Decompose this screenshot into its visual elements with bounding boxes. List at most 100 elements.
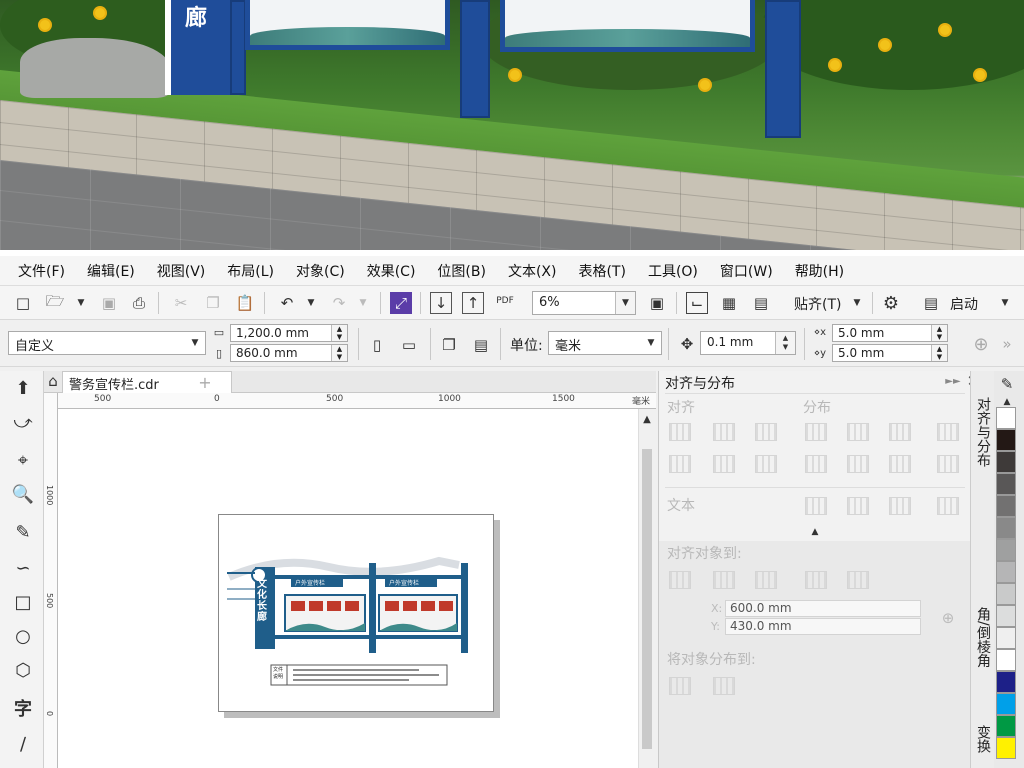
expand-docker-icon[interactable]: ►►	[945, 373, 961, 389]
copy-icon[interactable]: ❐	[202, 292, 224, 314]
chevron-down-icon[interactable]: ▼	[352, 292, 374, 314]
menu-tools[interactable]: 工具(O)	[648, 261, 698, 281]
new-document-icon[interactable]: □	[12, 292, 34, 314]
gear-icon[interactable]: ⚙	[880, 292, 902, 314]
duplicate-distance-y-input[interactable]: 5.0 mm ▲ ▼	[832, 344, 948, 362]
color-swatch[interactable]	[996, 649, 1016, 671]
launch-button[interactable]: 启动	[950, 294, 978, 314]
menu-edit[interactable]: 编辑(E)	[87, 261, 135, 281]
paste-icon[interactable]: 📋	[234, 292, 256, 314]
add-tab-icon[interactable]: +	[194, 371, 216, 393]
scroll-thumb[interactable]	[642, 449, 652, 749]
align-middle-icon[interactable]	[713, 455, 735, 473]
align-to-page-center-icon[interactable]	[755, 571, 777, 589]
menu-view[interactable]: 视图(V)	[157, 261, 206, 281]
menu-bitmaps[interactable]: 位图(B)	[437, 261, 486, 281]
show-guidelines-icon[interactable]: ▤	[750, 292, 772, 314]
full-screen-icon[interactable]: ▣	[646, 292, 668, 314]
menu-effects[interactable]: 效果(C)	[367, 261, 416, 281]
units-select[interactable]: 毫米 ▼	[548, 331, 662, 355]
page-size-select[interactable]: 自定义 ▼	[8, 331, 206, 355]
distribute-top-icon[interactable]	[805, 455, 827, 473]
document-page[interactable]: 文化长廊 户外宣传栏 户外宣传栏 文件说明	[218, 514, 494, 712]
crop-tool-icon[interactable]: ⌖	[12, 449, 34, 471]
align-to-page-edge-icon[interactable]	[713, 571, 735, 589]
chevron-down-icon[interactable]: ▼	[300, 292, 322, 314]
text-tool-icon[interactable]: 字	[12, 697, 34, 720]
pen-tool-icon[interactable]: ✎	[12, 521, 34, 543]
menu-layout[interactable]: 布局(L)	[227, 261, 274, 281]
align-to-point-icon[interactable]	[847, 571, 869, 589]
duplicate-distance-x-input[interactable]: 5.0 mm ▲ ▼	[832, 324, 948, 342]
line-tool-icon[interactable]: ∕	[12, 733, 34, 755]
chevron-down-icon[interactable]: ▼	[70, 292, 92, 314]
search-content-icon[interactable]: ⤢	[390, 292, 412, 314]
page-height-input[interactable]: 860.0 mm ▲ ▼	[230, 344, 348, 362]
distribute-spacing-icon[interactable]	[937, 423, 959, 441]
eyedropper-icon[interactable]: ✎	[998, 375, 1016, 393]
align-top-icon[interactable]	[669, 455, 691, 473]
align-x-input[interactable]: 600.0 mm	[725, 600, 921, 617]
save-icon[interactable]: ▣	[98, 292, 120, 314]
distribute-middle-icon[interactable]	[847, 455, 869, 473]
align-center-icon[interactable]	[713, 423, 735, 441]
current-page-icon[interactable]: ▤	[470, 334, 492, 356]
more-chevron-icon[interactable]: »	[996, 333, 1018, 355]
shape-tool-icon[interactable]: ⤻	[12, 411, 34, 433]
color-swatch[interactable]	[996, 429, 1016, 451]
align-right-icon[interactable]	[755, 423, 777, 441]
color-swatch[interactable]	[996, 539, 1016, 561]
distribute-to-selection-icon[interactable]	[669, 677, 691, 695]
color-swatch[interactable]	[996, 671, 1016, 693]
color-swatch[interactable]	[996, 495, 1016, 517]
portrait-icon[interactable]: ▯	[366, 334, 388, 356]
collapse-section-icon[interactable]: ▲	[807, 525, 823, 539]
menu-text[interactable]: 文本(X)	[508, 261, 557, 281]
tab-align-distribute[interactable]: 对齐与分布	[973, 397, 993, 467]
color-swatch[interactable]	[996, 561, 1016, 583]
color-swatch[interactable]	[996, 605, 1016, 627]
open-folder-icon[interactable]: 🗁	[44, 292, 66, 314]
all-pages-icon[interactable]: ❐	[438, 334, 460, 356]
vertical-scrollbar[interactable]: ▲	[638, 409, 656, 768]
color-swatch[interactable]	[996, 451, 1016, 473]
freehand-tool-icon[interactable]: ∽	[12, 557, 34, 579]
color-swatch[interactable]	[996, 715, 1016, 737]
page-width-input[interactable]: 1,200.0 mm ▲ ▼	[230, 324, 348, 342]
nudge-distance-input[interactable]: 0.1 mm ▲ ▼	[700, 331, 796, 355]
scroll-up-icon[interactable]: ▲	[639, 411, 655, 427]
tab-fillet-chamfer[interactable]: 角/倒棱角	[973, 607, 993, 668]
align-to-active-icon[interactable]	[669, 571, 691, 589]
export-icon[interactable]: ↑	[462, 292, 484, 314]
pick-tool-icon[interactable]: ⬆	[12, 377, 34, 399]
drawing-canvas[interactable]: 文化长廊 户外宣传栏 户外宣传栏 文件说明	[58, 409, 638, 768]
color-swatch[interactable]	[996, 583, 1016, 605]
color-swatch[interactable]	[996, 693, 1016, 715]
align-to-grid-icon[interactable]	[805, 571, 827, 589]
menu-object[interactable]: 对象(C)	[296, 261, 345, 281]
color-swatch[interactable]	[996, 627, 1016, 649]
launch-icon[interactable]: ▤	[920, 292, 942, 314]
zoom-tool-icon[interactable]: 🔍	[12, 483, 34, 505]
align-y-input[interactable]: 430.0 mm	[725, 618, 921, 635]
distribute-right-icon[interactable]	[889, 423, 911, 441]
align-bottom-icon[interactable]	[755, 455, 777, 473]
menu-file[interactable]: 文件(F)	[18, 261, 65, 281]
distribute-to-page-icon[interactable]	[713, 677, 735, 695]
chevron-down-icon[interactable]: ▼	[846, 292, 868, 314]
color-swatch[interactable]	[996, 473, 1016, 495]
import-icon[interactable]: ↓	[430, 292, 452, 314]
menu-window[interactable]: 窗口(W)	[720, 261, 773, 281]
undo-icon[interactable]: ↶	[276, 292, 298, 314]
align-left-icon[interactable]	[669, 423, 691, 441]
color-swatch[interactable]	[996, 517, 1016, 539]
show-rulers-icon[interactable]: ⌙	[686, 292, 708, 314]
publish-pdf-icon[interactable]: PDF	[494, 290, 516, 312]
polygon-tool-icon[interactable]: ⬡	[12, 659, 34, 681]
print-icon[interactable]: ⎙	[128, 292, 150, 314]
text-first-baseline-icon[interactable]	[805, 497, 827, 515]
text-last-baseline-icon[interactable]	[847, 497, 869, 515]
menu-table[interactable]: 表格(T)	[578, 261, 625, 281]
distribute-center-icon[interactable]	[847, 423, 869, 441]
cut-icon[interactable]: ✂	[170, 292, 192, 314]
